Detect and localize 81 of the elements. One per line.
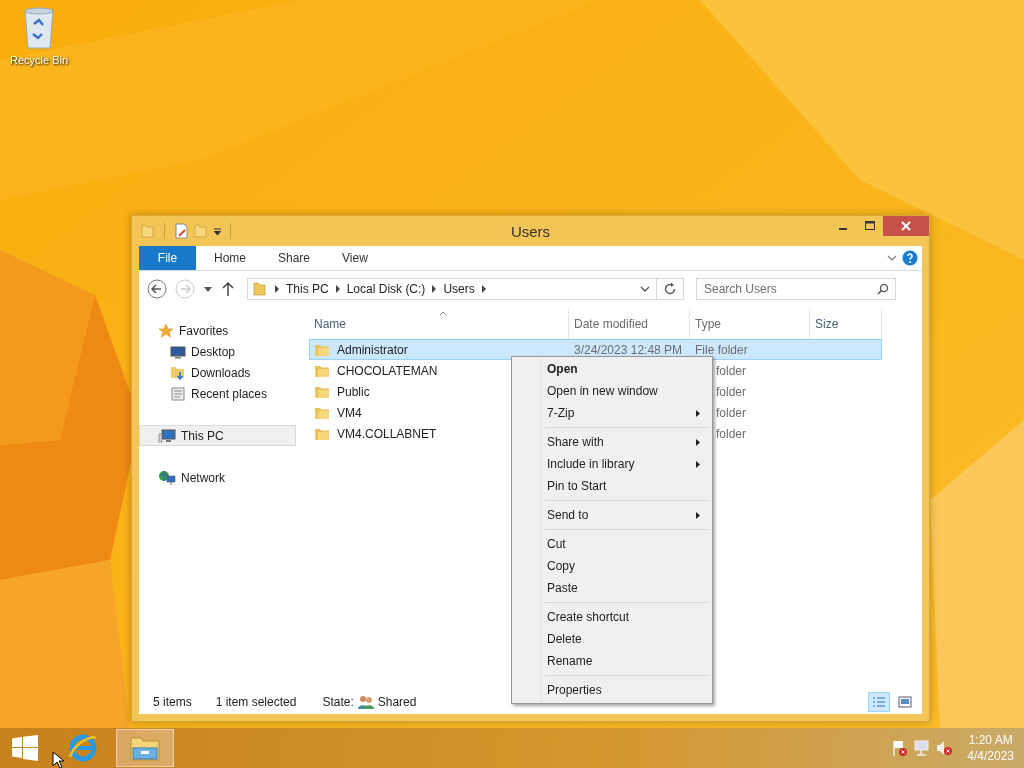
monitor-icon <box>170 343 186 360</box>
recent-locations-icon[interactable] <box>203 284 213 294</box>
file-name[interactable]: CHOCOLATEMAN <box>337 363 438 378</box>
window-title: Users <box>510 222 551 240</box>
submenu-arrow-icon <box>696 438 700 446</box>
menu-item[interactable]: Include in library <box>514 453 710 475</box>
ribbon-tab[interactable]: Share <box>264 246 325 270</box>
download-folder-icon <box>170 364 186 381</box>
shared-users-icon <box>357 694 374 710</box>
file-name[interactable]: Public <box>337 384 370 399</box>
network-icon <box>158 469 176 486</box>
navigation-item[interactable]: Network <box>139 467 296 488</box>
menu-item[interactable]: 7-Zip <box>514 402 710 424</box>
chevron-icon[interactable] <box>480 285 487 293</box>
file-name: Administrator <box>337 342 408 357</box>
search-icon[interactable] <box>877 283 889 295</box>
file-menu-tab[interactable]: File <box>139 246 196 270</box>
type-cell: File folder <box>695 342 748 357</box>
type-cell: folder <box>716 384 747 399</box>
chevron-icon[interactable] <box>274 285 280 293</box>
menu-item[interactable]: Copy <box>514 555 710 577</box>
menu-item[interactable]: Delete <box>514 628 710 650</box>
back-button-icon[interactable] <box>147 279 167 299</box>
selection-count: 1 item selected <box>215 695 297 709</box>
selected-file-row[interactable]: Administrator 3/24/2023 12:48 PM File folder <box>309 339 882 360</box>
dropdown-icon[interactable] <box>213 226 222 236</box>
menu-item[interactable]: Rename <box>514 650 710 672</box>
chevron-icon[interactable] <box>431 285 438 293</box>
folder-icon <box>252 281 268 297</box>
breadcrumb[interactable]: Local Disk (C:) <box>346 282 426 296</box>
navigation-item[interactable]: Favorites <box>139 320 296 341</box>
menu-item[interactable]: Send to <box>514 504 710 526</box>
up-arrow-icon[interactable] <box>221 281 235 297</box>
navigation-item[interactable]: Downloads <box>139 362 296 383</box>
menu-item[interactable]: Create shortcut <box>514 606 710 628</box>
star-icon <box>158 322 174 339</box>
recycle-bin-icon[interactable] <box>22 6 56 50</box>
windows-logo-icon[interactable] <box>12 735 38 761</box>
breadcrumb[interactable]: This PC <box>286 282 329 296</box>
refresh-icon[interactable] <box>663 282 677 296</box>
navigation-item[interactable]: Desktop <box>139 341 296 362</box>
state-label: State: <box>322 695 354 709</box>
menu-item[interactable]: Paste <box>514 577 710 599</box>
close-icon[interactable] <box>901 221 911 231</box>
date-cell: 3/24/2023 12:48 PM <box>574 342 683 357</box>
computer-icon <box>158 427 176 444</box>
state-value: Shared <box>377 695 417 709</box>
type-cell: folder <box>716 363 747 378</box>
submenu-arrow-icon <box>696 409 700 417</box>
search-field[interactable]: Search Users <box>696 278 896 300</box>
recent-places-icon <box>170 385 186 402</box>
dropdown-icon[interactable] <box>640 284 650 294</box>
navigation-item[interactable]: This PC <box>139 425 296 446</box>
submenu-arrow-icon <box>696 511 700 519</box>
file-name[interactable]: VM4.COLLABNET <box>337 426 437 441</box>
item-count: 5 items <box>153 695 192 709</box>
file-name[interactable]: VM4 <box>337 405 362 420</box>
breadcrumb[interactable]: Users <box>443 282 475 296</box>
file-explorer-icon[interactable] <box>129 734 161 762</box>
menu-item[interactable]: Properties <box>514 679 710 701</box>
action-center-flag-icon[interactable] <box>891 739 910 757</box>
mouse-cursor-icon <box>52 751 64 768</box>
close-button[interactable] <box>883 216 929 236</box>
file-explorer-taskbar-button[interactable] <box>116 729 174 767</box>
menu-item[interactable]: Open in new window <box>514 380 710 402</box>
address-bar[interactable]: This PC Local Disk (C:) Users <box>247 278 684 300</box>
menu-item[interactable]: Open <box>514 358 710 380</box>
type-cell: folder <box>716 426 747 441</box>
menu-item[interactable]: Pin to Start <box>514 475 710 497</box>
properties-icon[interactable] <box>173 223 189 239</box>
submenu-arrow-icon <box>696 460 700 468</box>
muted-speaker-icon[interactable] <box>935 739 954 757</box>
ribbon-tab[interactable]: Home <box>200 246 260 270</box>
maximize-icon[interactable] <box>864 221 875 231</box>
ribbon-tab[interactable]: View <box>328 246 382 270</box>
help-icon[interactable] <box>902 250 918 266</box>
chevron-icon[interactable] <box>334 285 341 293</box>
type-cell: folder <box>716 405 747 420</box>
menu-item[interactable]: Cut <box>514 533 710 555</box>
menu-item[interactable]: Share with <box>514 431 710 453</box>
navigation-item[interactable]: Recent places <box>139 383 296 404</box>
